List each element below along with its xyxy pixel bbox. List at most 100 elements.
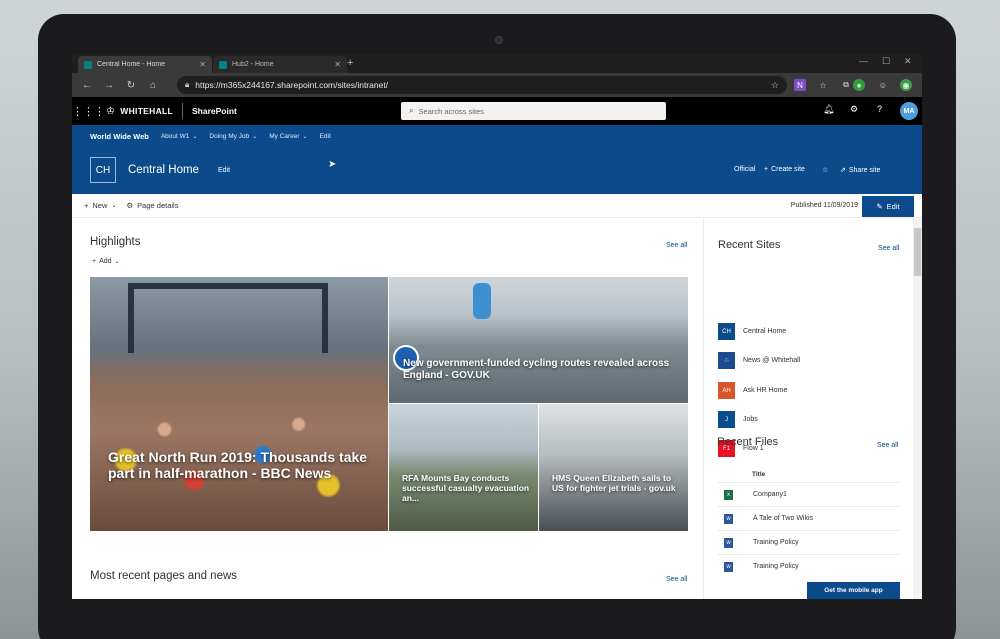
- scrollbar-thumb[interactable]: [914, 228, 921, 276]
- highlight-tile-great-north-run[interactable]: Great North Run 2019: Thousands take par…: [90, 277, 388, 531]
- site-logo[interactable]: CH: [90, 157, 116, 183]
- chevron-down-icon: ⌄: [302, 133, 308, 140]
- feedback-smile-icon[interactable]: ☺: [877, 79, 889, 91]
- site-title[interactable]: Central Home: [128, 164, 199, 176]
- tab-label: Central Home - Home: [97, 61, 166, 68]
- file-row[interactable]: w Training Policy: [718, 554, 900, 578]
- add-highlight-button[interactable]: + Add ⌄: [92, 258, 120, 265]
- highlights-title: Highlights: [90, 236, 141, 248]
- help-icon[interactable]: ?: [877, 104, 882, 114]
- hub-item-edit[interactable]: Edit: [320, 133, 331, 140]
- get-mobile-app-button[interactable]: Get the mobile app: [807, 582, 900, 599]
- highlight-tile-rfa-mounts-bay[interactable]: RFA Mounts Bay conducts successful casua…: [389, 404, 538, 531]
- main-content: Highlights See all + Add ⌄ Great North Run…: [72, 218, 703, 599]
- search-box[interactable]: ⌕ Search across sites: [401, 102, 666, 120]
- new-label: New: [92, 201, 108, 210]
- recent-files-see-all[interactable]: See all: [877, 442, 898, 449]
- recent-news-see-all[interactable]: See all: [666, 576, 687, 583]
- cyclist-shape: [473, 283, 491, 319]
- site-header: CH Central Home Edit Official + Create si…: [72, 147, 922, 194]
- tab-hub2[interactable]: Hub2 - Home ✕: [213, 56, 347, 73]
- new-button[interactable]: + New ⌄: [84, 201, 116, 210]
- hub-item-label: My Career: [269, 132, 300, 140]
- file-row[interactable]: x Company1: [718, 482, 900, 506]
- file-row[interactable]: w A Tale of Two Wikis: [718, 506, 900, 530]
- tile-caption: HMS Queen Elizabeth sails to US for figh…: [552, 473, 676, 493]
- word-file-icon: w: [724, 513, 733, 524]
- forward-icon[interactable]: →: [98, 80, 120, 91]
- suite-divider: [182, 103, 184, 119]
- gear-icon[interactable]: ⚙: [850, 104, 858, 115]
- sharepoint-favicon-icon: [219, 60, 227, 69]
- plus-icon: +: [764, 166, 769, 173]
- minimize-icon[interactable]: —: [859, 56, 868, 66]
- file-name: Training Policy: [753, 563, 799, 570]
- maximize-icon[interactable]: ☐: [882, 56, 890, 67]
- recent-sites-title: Recent Sites: [718, 239, 781, 251]
- hub-item-label: About W1: [160, 132, 190, 140]
- hub-item-label: Doing My Job: [209, 132, 250, 140]
- tile-caption: New government-funded cycling routes rev…: [403, 358, 670, 381]
- site-edit-link[interactable]: Edit: [218, 167, 230, 174]
- hub-item-about[interactable]: About W1 ⌄: [161, 133, 198, 140]
- hub-item-doing-my-job[interactable]: Doing My Job ⌄: [209, 133, 257, 140]
- share-site-button[interactable]: ⇗ Share site: [840, 166, 880, 175]
- new-tab-icon[interactable]: +: [347, 57, 353, 69]
- plus-icon: +: [92, 258, 97, 265]
- file-row[interactable]: w Training Policy: [718, 530, 900, 554]
- recent-site-jobs[interactable]: J Jobs: [718, 411, 758, 428]
- search-placeholder: Search across sites: [418, 106, 484, 116]
- address-bar[interactable]: 🔒︎ https://m365x244167.sharepoint.com/si…: [177, 76, 787, 94]
- close-tab-icon[interactable]: ✕: [334, 60, 341, 69]
- site-tile-icon: ⁘: [718, 352, 735, 369]
- site-tile-icon: AH: [718, 382, 735, 399]
- classification-label: Official: [734, 166, 756, 173]
- hub-title[interactable]: World Wide Web: [90, 132, 149, 141]
- tab-label: Hub2 - Home: [232, 61, 274, 68]
- close-window-icon[interactable]: ✕: [904, 56, 912, 67]
- recent-news-title: Most recent pages and news: [90, 570, 238, 582]
- lock-icon: 🔒︎: [185, 80, 190, 89]
- chevron-down-icon: ⌄: [192, 133, 198, 140]
- browser-window: Central Home - Home ✕ Hub2 - Home ✕ + — …: [72, 54, 922, 599]
- recent-site-ask-hr-home[interactable]: AH Ask HR Home: [718, 382, 787, 399]
- highlight-tile-hms-queen-elizabeth[interactable]: HMS Queen Elizabeth sails to US for figh…: [539, 404, 688, 531]
- org-name: WHITEHALL: [120, 106, 174, 116]
- page-details-button[interactable]: ⚙ Page details: [126, 201, 178, 210]
- recent-sites-see-all[interactable]: See all: [878, 245, 899, 252]
- back-icon[interactable]: ←: [76, 80, 98, 91]
- highlight-tile-cycling[interactable]: New government-funded cycling routes rev…: [389, 277, 688, 403]
- profile-extension-icon[interactable]: ●: [853, 79, 865, 91]
- home-icon[interactable]: ⌂: [142, 80, 164, 91]
- bell-icon[interactable]: 🔔︎: [823, 104, 834, 115]
- app-launcher-icon[interactable]: ⋮⋮⋮: [72, 105, 105, 118]
- right-rail: Recent Sites See all CH Central Home ⁘ N…: [703, 218, 922, 599]
- plus-icon: +: [84, 201, 89, 210]
- tab-central-home[interactable]: Central Home - Home ✕: [78, 56, 212, 73]
- favorites-icon[interactable]: ☆: [817, 79, 829, 91]
- create-site-button[interactable]: + Create site: [764, 166, 805, 173]
- hub-item-my-career[interactable]: My Career ⌄: [269, 133, 307, 140]
- tile-caption: RFA Mounts Bay conducts successful casua…: [402, 473, 530, 503]
- highlights-see-all[interactable]: See all: [666, 242, 687, 249]
- edit-page-button[interactable]: ✎ Edit: [862, 196, 914, 217]
- site-name: Ask HR Home: [743, 387, 788, 394]
- collections-icon[interactable]: ⧉: [840, 79, 852, 91]
- org-brand[interactable]: ♔ WHITEHALL: [100, 106, 173, 117]
- scrollbar[interactable]: [913, 218, 922, 599]
- close-tab-icon[interactable]: ✕: [199, 60, 206, 69]
- site-name: Central Home: [743, 328, 787, 335]
- suite-bar: ⋮⋮⋮ ♔ WHITEHALL SharePoint ⌕ Search acro…: [72, 97, 922, 125]
- app-name[interactable]: SharePoint: [192, 106, 237, 116]
- onenote-extension-icon[interactable]: N: [794, 79, 806, 91]
- recent-site-news-whitehall[interactable]: ⁘ News @ Whitehall: [718, 352, 800, 369]
- avatar[interactable]: MA: [900, 102, 918, 120]
- url-text: https://m365x244167.sharepoint.com/sites…: [195, 80, 389, 90]
- recent-site-central-home[interactable]: CH Central Home: [718, 323, 786, 340]
- follow-star-icon[interactable]: ☆: [822, 166, 828, 174]
- settings-extension-icon[interactable]: ◉: [900, 79, 912, 91]
- hub-navigation: World Wide Web About W1 ⌄ Doing My Job ⌄ M…: [72, 125, 922, 147]
- refresh-icon[interactable]: ↻: [120, 80, 142, 91]
- file-name: Training Policy: [753, 539, 799, 546]
- favorite-star-icon[interactable]: ☆: [771, 80, 779, 91]
